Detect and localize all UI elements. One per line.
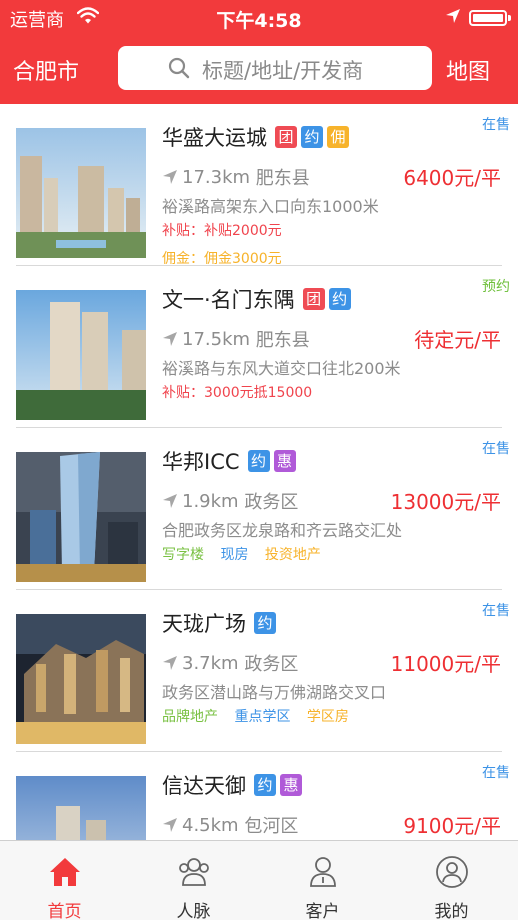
distance-row: 3.7km 政务区 — [162, 650, 298, 676]
app-header-background: 运营商 下午4:58 合肥市 标题/地址/开发商 地图 — [0, 0, 518, 104]
keyword-row: 品牌地产 重点学区 学区房 — [162, 706, 361, 726]
sale-status: 预约 — [482, 279, 510, 295]
distance: 1.9km — [182, 490, 239, 512]
price: 6400元/平 — [403, 166, 501, 190]
location-arrow-icon — [163, 656, 177, 670]
keyword-tag: 重点学区 — [234, 709, 291, 725]
keyword-tag: 写字楼 — [162, 547, 204, 563]
distance: 17.5km — [182, 328, 251, 350]
tab-label: 我的 — [434, 902, 469, 920]
customer-icon — [310, 857, 336, 887]
discount-tag: 惠 — [273, 450, 296, 472]
price: 11000元/平 — [390, 652, 501, 676]
sale-status: 在售 — [482, 765, 510, 781]
clock: 下午4:58 — [216, 10, 302, 32]
search-placeholder: 标题/地址/开发商 — [202, 59, 364, 83]
profile-icon — [436, 856, 468, 888]
location-arrow-icon — [163, 818, 177, 832]
keyword-tag: 品牌地产 — [162, 709, 218, 725]
group-buy-tag: 团 — [275, 126, 297, 148]
property-list: 在售 华盛大运城 团 约 佣 17.3km 肥东县 6400元/平 裕溪路高架东… — [0, 104, 518, 840]
list-item[interactable]: 在售 天珑广场 约 3.7km 政务区 11000元/平 政务区潜山路与万佛湖路… — [0, 590, 518, 752]
tab-contacts[interactable]: 人脉 — [129, 841, 258, 920]
property-photo — [16, 452, 146, 582]
property-photo — [16, 614, 146, 744]
appointment-tag: 约 — [328, 288, 351, 310]
sale-status: 在售 — [482, 117, 510, 133]
distance: 3.7km — [182, 652, 239, 674]
property-name: 文一·名门东隅 — [162, 288, 295, 312]
list-item[interactable]: 在售 信达天御 约 惠 4.5km 包河区 9100元/平 — [0, 752, 518, 840]
tab-home[interactable]: 首页 — [0, 841, 129, 920]
location-arrow-icon — [163, 332, 177, 346]
distance-row: 4.5km 包河区 — [162, 812, 298, 838]
property-photo — [16, 128, 146, 258]
subsidy-info: 补贴：3000元抵15000 — [162, 385, 313, 401]
district: 政务区 — [244, 654, 299, 675]
location-arrow-icon — [163, 494, 177, 508]
top-nav-bar: 合肥市 标题/地址/开发商 地图 — [0, 34, 518, 104]
keyword-row: 写字楼 现房 投资地产 — [162, 544, 333, 564]
keyword-tag: 现房 — [220, 547, 249, 563]
list-item[interactable]: 在售 华邦ICC 约 惠 1.9km 政务区 13000元/平 合肥政务区龙泉路… — [0, 428, 518, 590]
appointment-tag: 约 — [254, 612, 276, 634]
keyword-tag: 学区房 — [306, 709, 349, 725]
distance-row: 17.3km 肥东县 — [162, 164, 310, 190]
title-row: 文一·名门东隅 团 约 — [162, 284, 355, 314]
tab-label: 首页 — [47, 902, 82, 920]
sale-status: 在售 — [482, 441, 510, 457]
contacts-icon — [179, 858, 209, 886]
address: 政务区潜山路与万佛湖路交叉口 — [162, 683, 387, 702]
city-selector[interactable]: 合肥市 — [13, 54, 79, 86]
distance: 17.3km — [182, 166, 251, 188]
property-name: 信达天御 — [162, 774, 246, 798]
district: 肥东县 — [255, 330, 310, 351]
title-row: 信达天御 约 惠 — [162, 770, 306, 800]
title-row: 天珑广场 约 — [162, 608, 280, 638]
location-arrow-icon — [163, 170, 177, 184]
list-item[interactable]: 预约 文一·名门东隅 团 约 17.5km 肥东县 待定元/平 裕溪路与东风大道… — [0, 266, 518, 428]
title-row: 华邦ICC 约 惠 — [162, 446, 300, 476]
appointment-tag: 约 — [301, 126, 323, 148]
battery-icon — [469, 10, 511, 26]
district: 包河区 — [244, 816, 299, 837]
property-photo — [16, 776, 146, 840]
address: 裕溪路高架东入口向东1000米 — [162, 197, 379, 216]
address: 合肥政务区龙泉路和齐云路交汇处 — [162, 521, 403, 540]
appointment-tag: 约 — [254, 774, 276, 796]
commission-tag: 佣 — [327, 126, 349, 148]
property-name: 华邦ICC — [162, 450, 240, 474]
property-photo — [16, 290, 146, 420]
price: 待定元/平 — [414, 328, 501, 352]
tab-customers[interactable]: 客户 — [258, 841, 387, 920]
discount-tag: 惠 — [280, 774, 302, 796]
bottom-tab-bar: 首页 人脉 客户 我的 — [0, 840, 518, 920]
list-item[interactable]: 在售 华盛大运城 团 约 佣 17.3km 肥东县 6400元/平 裕溪路高架东… — [0, 104, 518, 267]
price: 9100元/平 — [403, 814, 501, 838]
tab-label: 人脉 — [176, 902, 211, 920]
map-button[interactable]: 地图 — [446, 54, 490, 86]
address: 裕溪路与东风大道交口往北200米 — [162, 359, 401, 378]
tab-profile[interactable]: 我的 — [387, 841, 516, 920]
price: 13000元/平 — [390, 490, 501, 514]
tab-label: 客户 — [305, 902, 340, 920]
sale-status: 在售 — [482, 603, 510, 619]
home-icon — [50, 858, 80, 886]
district: 肥东县 — [255, 168, 310, 189]
search-icon — [168, 57, 190, 79]
status-bar: 运营商 下午4:58 — [0, 0, 518, 34]
property-name: 天珑广场 — [162, 612, 246, 636]
distance: 4.5km — [182, 814, 239, 836]
distance-row: 1.9km 政务区 — [162, 488, 298, 514]
subsidy-info: 补贴：补贴2000元 — [162, 223, 282, 239]
appointment-tag: 约 — [247, 450, 270, 472]
title-row: 华盛大运城 团 约 佣 — [162, 122, 353, 152]
location-arrow-icon — [446, 9, 460, 23]
property-name: 华盛大运城 — [162, 126, 267, 150]
distance-row: 17.5km 肥东县 — [162, 326, 310, 352]
search-bar[interactable]: 标题/地址/开发商 — [118, 46, 432, 90]
keyword-tag: 投资地产 — [264, 547, 321, 563]
group-buy-tag: 团 — [302, 288, 325, 310]
district: 政务区 — [244, 492, 299, 513]
